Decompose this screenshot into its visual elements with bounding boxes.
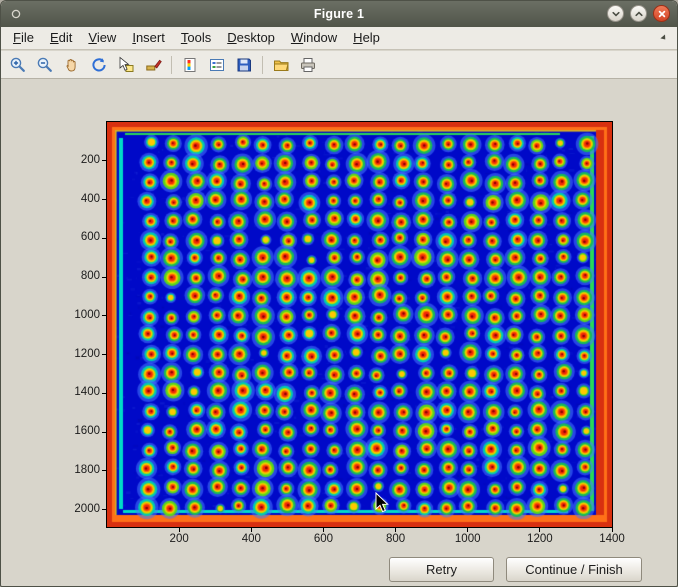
image-plot[interactable] bbox=[107, 122, 612, 527]
x-tick-label: 600 bbox=[303, 533, 343, 545]
x-tick-mark bbox=[179, 528, 180, 532]
y-tick-mark bbox=[102, 509, 106, 510]
x-tick-label: 1200 bbox=[520, 533, 560, 545]
insert-legend-icon[interactable] bbox=[204, 52, 230, 78]
x-tick-label: 400 bbox=[231, 533, 271, 545]
window-title: Figure 1 bbox=[1, 7, 677, 21]
save-icon[interactable] bbox=[231, 52, 257, 78]
rotate-3d-icon[interactable] bbox=[86, 52, 112, 78]
menu-item-edit[interactable]: Edit bbox=[42, 28, 80, 48]
plot-axes[interactable]: 2004006008001000120014002004006008001000… bbox=[106, 121, 613, 528]
y-tick-mark bbox=[102, 393, 106, 394]
x-tick-mark bbox=[395, 528, 396, 532]
menu-item-help[interactable]: Help bbox=[345, 28, 388, 48]
y-tick-mark bbox=[102, 277, 106, 278]
maximize-button[interactable] bbox=[630, 5, 647, 22]
menu-item-insert[interactable]: Insert bbox=[124, 28, 173, 48]
menu-item-view[interactable]: View bbox=[80, 28, 124, 48]
minimize-button[interactable] bbox=[607, 5, 624, 22]
retry-button[interactable]: Retry bbox=[389, 557, 494, 582]
y-tick-mark bbox=[102, 354, 106, 355]
y-tick-label: 1000 bbox=[58, 309, 100, 321]
brush-icon[interactable] bbox=[140, 52, 166, 78]
y-tick-label: 800 bbox=[58, 270, 100, 282]
window-menu-icon[interactable] bbox=[10, 8, 22, 20]
y-tick-label: 1600 bbox=[58, 425, 100, 437]
y-tick-mark bbox=[102, 315, 106, 316]
x-tick-mark bbox=[323, 528, 324, 532]
y-tick-label: 1800 bbox=[58, 464, 100, 476]
menubar-overflow-icon[interactable] bbox=[659, 33, 669, 43]
y-tick-mark bbox=[102, 432, 106, 433]
menu-item-window[interactable]: Window bbox=[283, 28, 345, 48]
toolbar-separator bbox=[171, 56, 172, 74]
toolbar-separator bbox=[262, 56, 263, 74]
menu-item-desktop[interactable]: Desktop bbox=[219, 28, 283, 48]
x-tick-mark bbox=[467, 528, 468, 532]
insert-colorbar-icon[interactable] bbox=[177, 52, 203, 78]
y-tick-mark bbox=[102, 160, 106, 161]
x-tick-label: 1000 bbox=[448, 533, 488, 545]
y-tick-label: 2000 bbox=[58, 503, 100, 515]
window-controls bbox=[607, 5, 670, 22]
close-button[interactable] bbox=[653, 5, 670, 22]
x-tick-label: 200 bbox=[159, 533, 199, 545]
menu-item-tools[interactable]: Tools bbox=[173, 28, 219, 48]
y-tick-label: 400 bbox=[58, 193, 100, 205]
data-cursor-icon[interactable] bbox=[113, 52, 139, 78]
x-tick-mark bbox=[612, 528, 613, 532]
y-tick-label: 1200 bbox=[58, 348, 100, 360]
y-tick-mark bbox=[102, 470, 106, 471]
titlebar[interactable]: Figure 1 bbox=[1, 1, 677, 28]
y-tick-label: 600 bbox=[58, 231, 100, 243]
y-tick-label: 200 bbox=[58, 154, 100, 166]
menu-items: FileEditViewInsertToolsDesktopWindowHelp bbox=[5, 28, 388, 48]
zoom-out-icon[interactable] bbox=[32, 52, 58, 78]
y-tick-mark bbox=[102, 199, 106, 200]
y-tick-label: 1400 bbox=[58, 386, 100, 398]
pan-icon[interactable] bbox=[59, 52, 85, 78]
figure-toolbar bbox=[1, 51, 677, 79]
x-tick-label: 1400 bbox=[592, 533, 632, 545]
menubar: FileEditViewInsertToolsDesktopWindowHelp bbox=[1, 27, 677, 50]
x-tick-mark bbox=[251, 528, 252, 532]
x-tick-label: 800 bbox=[376, 533, 416, 545]
figure-window: Figure 1 FileEditViewInsertToolsDesktopW… bbox=[0, 0, 678, 587]
y-tick-mark bbox=[102, 238, 106, 239]
zoom-in-icon[interactable] bbox=[5, 52, 31, 78]
print-icon[interactable] bbox=[295, 52, 321, 78]
menu-item-file[interactable]: File bbox=[5, 28, 42, 48]
open-folder-icon[interactable] bbox=[268, 52, 294, 78]
x-tick-mark bbox=[539, 528, 540, 532]
continue-finish-button[interactable]: Continue / Finish bbox=[506, 557, 642, 582]
